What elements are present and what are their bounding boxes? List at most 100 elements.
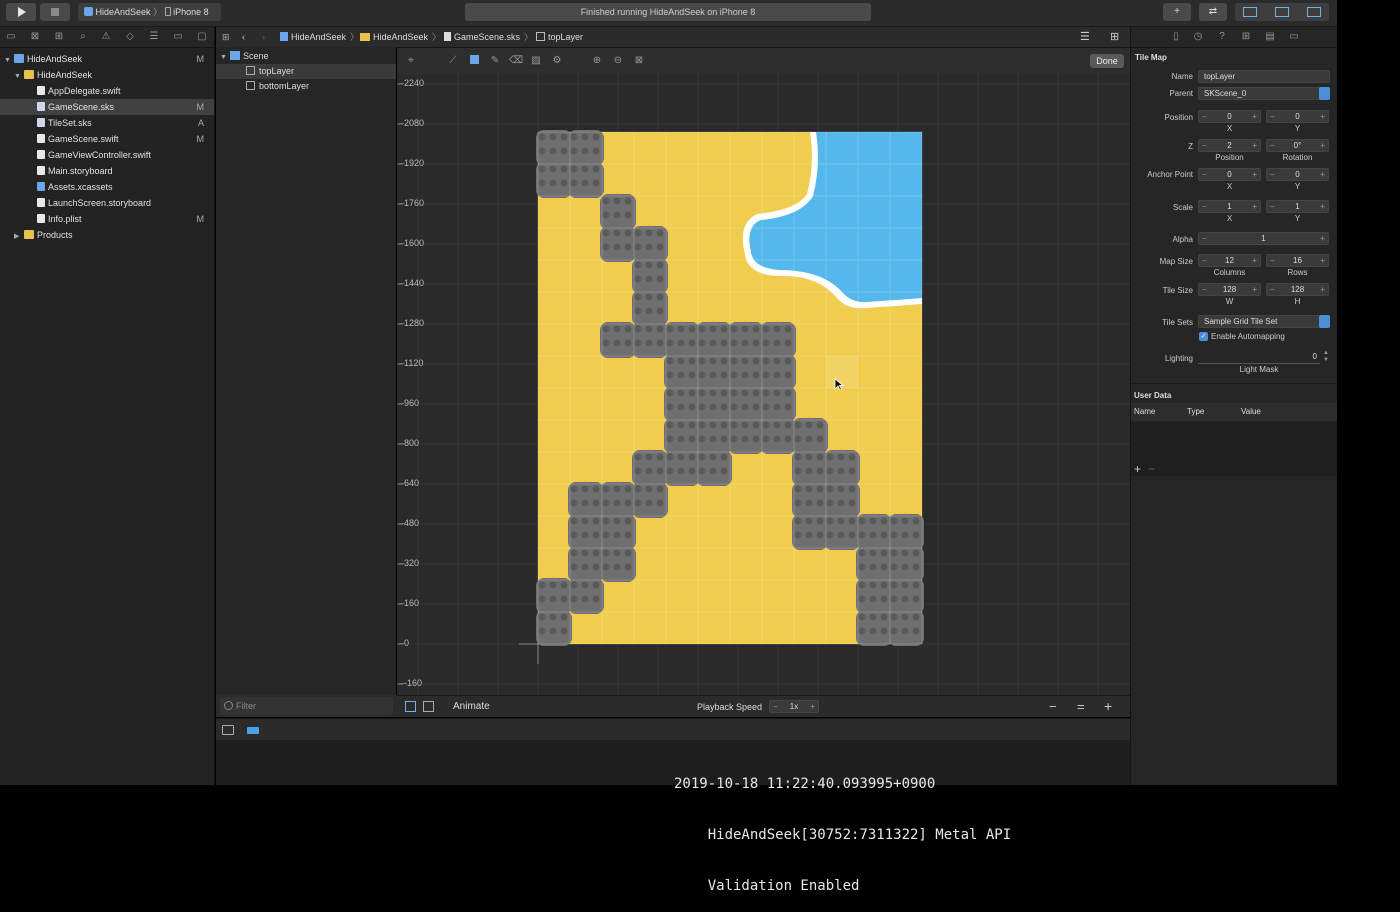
file-row[interactable]: Main.storyboard [0, 163, 214, 179]
anchor-y-stepper[interactable]: −0 + [1266, 168, 1329, 181]
file-row[interactable]: GameScene.sks M [0, 99, 214, 115]
zoom-out-button[interactable]: − [1049, 699, 1057, 714]
warning-icon[interactable]: ⚠ [100, 31, 112, 43]
file-row[interactable]: Assets.xcassets [0, 179, 214, 195]
breakpoint-icon[interactable]: ▭ [172, 31, 184, 43]
scheme-selector[interactable]: HideAndSeek 〉 iPhone 8 [78, 3, 221, 21]
outline-root[interactable]: ▼ Scene [216, 49, 396, 64]
tile-height-stepper[interactable]: −128 + [1266, 283, 1329, 296]
file-inspector-icon[interactable]: ▯ [1170, 31, 1182, 43]
stop-button[interactable] [40, 3, 70, 21]
breadcrumb-group[interactable]: HideAndSeek [360, 27, 428, 48]
file-row[interactable]: GameViewController.swift [0, 147, 214, 163]
debug-toggle-icon[interactable] [1275, 7, 1289, 17]
single-tile-icon[interactable] [468, 55, 480, 67]
related-items-icon[interactable]: ⊞ [222, 27, 230, 48]
help-icon[interactable]: ? [1216, 31, 1228, 43]
userdata-table[interactable] [1131, 422, 1338, 476]
hide-debug-icon[interactable] [222, 725, 234, 735]
symbol-icon[interactable]: ⊞ [53, 31, 65, 43]
column-header[interactable]: Value [1241, 407, 1261, 416]
test-icon[interactable]: ◇ [124, 31, 136, 43]
eraser-icon[interactable]: ⌫ [509, 55, 523, 67]
file-row[interactable]: TileSet.sks A [0, 115, 214, 131]
lightmask-stepper-icon[interactable]: ▲ ▼ [1323, 350, 1329, 364]
folder-icon[interactable]: ▭ [5, 31, 17, 43]
tilesets-select[interactable]: Sample Grid Tile Set [1198, 315, 1330, 328]
file-row[interactable]: LaunchScreen.storyboard [0, 195, 214, 211]
animate-button[interactable]: Animate [453, 701, 490, 712]
scene-canvas[interactable]: –2240 –2080 –1920 –1760 –1600 –1440 –1280 –1120… [397, 74, 1130, 695]
inspector-toggle-icon[interactable] [1307, 7, 1321, 17]
alpha-stepper[interactable]: −1 + [1198, 232, 1329, 245]
library-button[interactable]: + [1163, 3, 1191, 21]
column-header[interactable]: Name [1134, 407, 1155, 416]
filter-input[interactable]: Filter [220, 697, 393, 715]
code-review-button[interactable]: ⇄ [1199, 3, 1227, 21]
brush-icon[interactable]: ✎ [489, 55, 501, 67]
disclosure-open-icon[interactable]: ▼ [220, 50, 230, 65]
zoom-in-button[interactable]: + [1104, 698, 1112, 714]
outline-toggle-icon[interactable] [405, 701, 416, 712]
scale-y-stepper[interactable]: −1 + [1266, 200, 1329, 213]
z-rotation-stepper[interactable]: −0° + [1266, 139, 1329, 152]
back-icon[interactable]: ‹ [242, 27, 245, 48]
automapping-checkbox[interactable]: ✓ [1199, 332, 1208, 341]
columns-stepper[interactable]: −12 + [1198, 254, 1261, 267]
remove-userdata-button[interactable]: − [1148, 462, 1155, 476]
outline-item-toplayer[interactable]: topLayer [216, 64, 396, 79]
editor-options-icon[interactable]: ☰ [1080, 27, 1090, 48]
add-editor-icon[interactable]: ⊞ [1110, 27, 1119, 48]
rows-stepper[interactable]: −16 + [1266, 254, 1329, 267]
search-icon[interactable]: ⌕ [77, 31, 89, 43]
position-x-stepper[interactable]: −0 + [1198, 110, 1261, 123]
tile-width-stepper[interactable]: −128 + [1198, 283, 1261, 296]
group-row[interactable]: ▼ HideAndSeek [0, 67, 214, 83]
file-row[interactable]: AppDelegate.swift [0, 83, 214, 99]
flood-fill-icon[interactable]: ▨ [530, 55, 542, 67]
name-field[interactable]: topLayer [1198, 70, 1330, 83]
products-row[interactable]: ▶ Products [0, 227, 214, 243]
console-output[interactable]: 2019-10-18 11:22:40.093995+0900 HideAndS… [674, 742, 1130, 912]
column-header[interactable]: Type [1187, 407, 1204, 416]
eyedropper-icon[interactable]: ⟋ [447, 55, 459, 67]
attributes-icon[interactable]: ▤ [1264, 31, 1276, 43]
source-control-icon[interactable]: ⊠ [29, 31, 41, 43]
identity-icon[interactable]: ⊞ [1240, 31, 1252, 43]
gear-icon[interactable]: ⚙ [551, 55, 563, 67]
add-userdata-button[interactable]: + [1134, 462, 1141, 476]
breakpoints-toggle-icon[interactable] [247, 727, 259, 734]
playback-speed-stepper[interactable]: −1x + [769, 700, 819, 713]
breadcrumb-file[interactable]: GameScene.sks [444, 27, 520, 48]
history-icon[interactable]: ◷ [1192, 31, 1204, 43]
scene-view[interactable] [397, 74, 1130, 695]
automap-icon[interactable]: ⊠ [633, 55, 645, 67]
project-row[interactable]: ▼ HideAndSeek M [0, 51, 214, 67]
parent-select[interactable]: SKScene_0 [1198, 87, 1330, 100]
position-y-stepper[interactable]: −0 + [1266, 110, 1329, 123]
outline-item-bottomlayer[interactable]: bottomLayer [216, 79, 396, 94]
pebble [720, 453, 728, 461]
size-icon[interactable]: ▭ [1288, 31, 1300, 43]
done-button[interactable]: Done [1090, 54, 1124, 68]
debug-icon[interactable]: ☰ [148, 31, 160, 43]
device-frame-icon[interactable] [423, 701, 434, 712]
w-sublabel: W [1225, 297, 1234, 306]
disclosure-closed-icon[interactable]: ▶ [14, 229, 24, 245]
scale-x-stepper[interactable]: −1 + [1198, 200, 1261, 213]
file-row[interactable]: Info.plist M [0, 211, 214, 227]
zoom-fit-button[interactable]: = [1077, 699, 1085, 714]
navigator-toggle-icon[interactable] [1243, 7, 1257, 17]
forward-icon[interactable]: › [262, 27, 265, 48]
breadcrumb-node[interactable]: topLayer [536, 27, 583, 48]
breadcrumb-project[interactable]: HideAndSeek [280, 27, 346, 48]
remove-tile-icon[interactable]: ⊖ [612, 55, 624, 67]
anchor-x-stepper[interactable]: −0 + [1198, 168, 1261, 181]
add-tile-icon[interactable]: ⊕ [591, 55, 603, 67]
select-tool-icon[interactable]: ⌖ [405, 55, 417, 67]
file-row[interactable]: GameScene.swift M [0, 131, 214, 147]
z-position-stepper[interactable]: −2 + [1198, 139, 1261, 152]
report-icon[interactable]: ▢ [196, 31, 208, 43]
lightmask-field[interactable]: 0 [1198, 352, 1320, 364]
run-button[interactable] [6, 3, 36, 21]
